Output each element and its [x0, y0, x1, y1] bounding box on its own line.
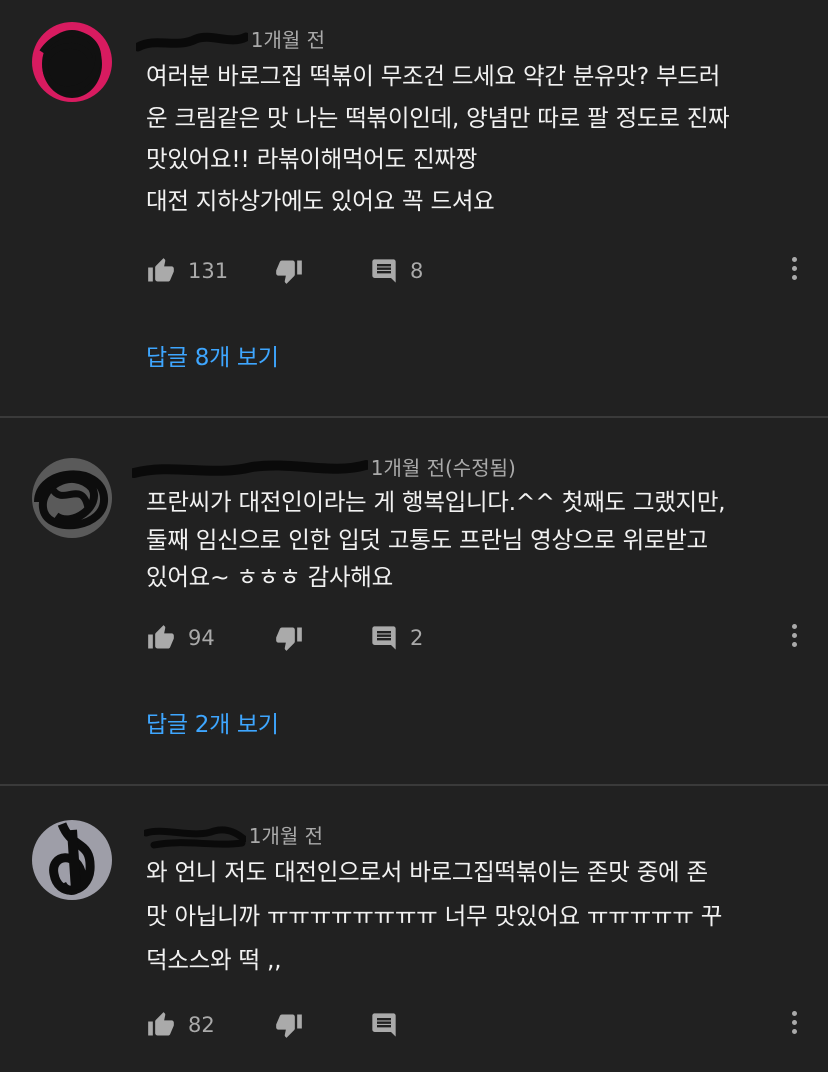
comment-item: 1개월 전 여러분 바로그집 떡볶이 무조건 드세요 약간 분유맛? 부드러 운… [0, 0, 828, 416]
comment-reply-icon [372, 259, 396, 283]
redaction-scribble [34, 470, 108, 530]
reply-button[interactable]: 8 [370, 251, 423, 291]
comment-meta: 1개월 전 [133, 24, 326, 55]
comment-text: 프란씨가 대전인이라는 게 행복입니다.^^ 첫째도 그랬지만, 둘째 임신으로… [146, 488, 726, 591]
dislike-button[interactable] [274, 251, 304, 291]
redaction-scribble [133, 32, 251, 51]
comment-time: 1개월 전(수정됨) [370, 456, 516, 480]
comment-time: 1개월 전 [250, 28, 326, 52]
thumb-down-icon [276, 1014, 302, 1038]
redaction-scribble [142, 826, 248, 848]
avatar[interactable] [32, 820, 112, 900]
reply-count: 2 [410, 626, 424, 650]
thumb-up-icon [148, 258, 174, 282]
thumb-down-icon [276, 260, 302, 284]
comment-time: 1개월 전 [248, 824, 324, 848]
dislike-button[interactable] [274, 1005, 304, 1045]
comment-text: 여러분 바로그집 떡볶이 무조건 드세요 약간 분유맛? 부드러 운 크림같은 … [146, 62, 730, 215]
dislike-button[interactable] [274, 618, 304, 658]
redaction-scribble [39, 30, 102, 98]
comment-text: 와 언니 저도 대전인으로서 바로그집떡볶이는 존맛 중에 존 맛 아닙니까 ㅠ… [146, 858, 723, 974]
thumb-down-icon [276, 627, 302, 651]
more-vert-icon[interactable] [782, 257, 806, 285]
like-button[interactable]: 94 [146, 618, 215, 658]
comment-reply-icon [372, 1013, 396, 1037]
like-button[interactable]: 131 [146, 251, 228, 291]
comment-actions: 94 2 [146, 618, 828, 658]
view-replies-link[interactable]: 답글 8개 보기 [146, 338, 279, 372]
reply-button[interactable] [370, 1005, 410, 1045]
more-vert-icon[interactable] [782, 1011, 806, 1039]
redaction-scribble [129, 459, 372, 478]
avatar[interactable] [32, 22, 112, 102]
like-count: 131 [188, 259, 229, 283]
comment-actions: 82 [146, 1005, 828, 1045]
thumb-up-icon [148, 1012, 174, 1036]
more-vert-icon[interactable] [782, 624, 806, 652]
comment-meta: 1개월 전(수정됨) [129, 452, 516, 483]
view-replies-link[interactable]: 답글 2개 보기 [146, 705, 279, 739]
redaction-scribble [49, 822, 95, 895]
like-count: 82 [188, 1013, 215, 1037]
comment-item: 1개월 전 와 언니 저도 대전인으로서 바로그집떡볶이는 존맛 중에 존 맛 … [0, 786, 828, 1072]
comment-meta: 1개월 전 [142, 820, 324, 851]
like-button[interactable]: 82 [146, 1005, 215, 1045]
thumb-up-icon [148, 625, 174, 649]
reply-button[interactable]: 2 [370, 618, 423, 658]
like-count: 94 [188, 626, 215, 650]
avatar[interactable] [32, 458, 112, 538]
comment-actions: 131 8 [146, 251, 828, 291]
comment-item: 1개월 전(수정됨) 프란씨가 대전인이라는 게 행복입니다.^^ 첫째도 그랬… [0, 418, 828, 784]
reply-count: 8 [410, 259, 424, 283]
comment-reply-icon [372, 626, 396, 650]
